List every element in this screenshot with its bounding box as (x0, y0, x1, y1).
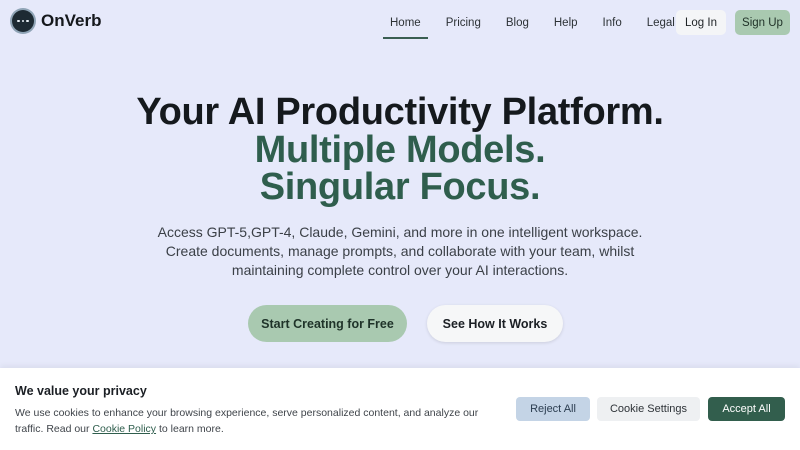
hero-headline-accent-2: Singular Focus. (259, 166, 541, 208)
accept-all-button[interactable]: Accept All (708, 397, 785, 421)
hero-subtitle-line: Create documents, manage prompts, and co… (165, 243, 635, 259)
brand-name: OnVerb (41, 11, 102, 30)
hero-subtitle-line: maintaining complete control over your A… (231, 262, 569, 278)
nav-item-help[interactable]: Help (554, 17, 578, 29)
cookie-settings-button[interactable]: Cookie Settings (597, 397, 700, 421)
login-button[interactable]: Log In (676, 10, 726, 35)
hero-headline-accent-1: Multiple Models. (254, 129, 546, 171)
cookie-banner-title: We value your privacy (15, 384, 147, 398)
hero-section: Your AI Productivity Platform. Multiple … (0, 92, 800, 280)
cookie-banner-text: We use cookies to enhance your browsing … (15, 405, 495, 437)
reject-all-button[interactable]: Reject All (516, 397, 590, 421)
nav-item-legal[interactable]: Legal (647, 17, 675, 29)
nav-item-info[interactable]: Info (603, 17, 622, 29)
nav-item-home[interactable]: Home (383, 17, 428, 39)
hero-subtitle-line: Access GPT-5,GPT-4, Claude, Gemini, and … (157, 224, 643, 240)
nav-item-blog[interactable]: Blog (506, 17, 529, 29)
hero-headline: Your AI Productivity Platform. (136, 91, 664, 133)
main-nav: Home Pricing Blog Help Info Legal (382, 0, 675, 46)
signup-button[interactable]: Sign Up (735, 10, 790, 35)
cookie-policy-link[interactable]: Cookie Policy (92, 423, 156, 435)
see-how-it-works-button[interactable]: See How It Works (427, 305, 563, 342)
top-navigation: OnVerb Home Pricing Blog Help Info Legal… (0, 0, 800, 46)
start-creating-button[interactable]: Start Creating for Free (248, 305, 407, 342)
hero-subtitle: Access GPT-5,GPT-4, Claude, Gemini, and … (0, 223, 800, 280)
cookie-text-body: We use cookies to enhance your browsing … (15, 407, 479, 435)
brand-logo[interactable]: OnVerb (12, 10, 101, 32)
chat-dots-icon (12, 10, 34, 32)
nav-item-pricing[interactable]: Pricing (446, 17, 481, 29)
cookie-text-tail: to learn more. (156, 423, 224, 435)
